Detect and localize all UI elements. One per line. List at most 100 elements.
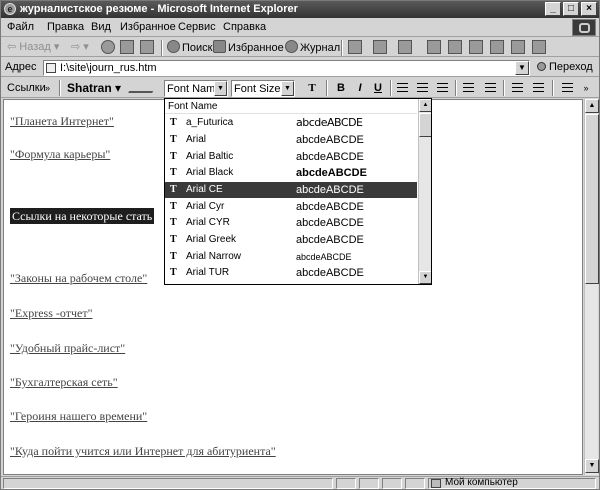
font-option-name: Arial TUR bbox=[186, 267, 230, 278]
forward-button[interactable]: ⇨ ▾ bbox=[71, 40, 89, 55]
font-list-scrollbar[interactable]: ▲ ▼ bbox=[418, 99, 431, 284]
align-left-icon[interactable] bbox=[397, 83, 408, 92]
windows-logo-icon bbox=[572, 19, 596, 36]
window-title: журналистское резюме - Microsoft Interne… bbox=[20, 3, 298, 15]
underline-button[interactable]: U bbox=[371, 81, 385, 95]
menu-help[interactable]: Справка bbox=[223, 21, 266, 34]
font-option[interactable]: T Arial Greek abcdeABCDE bbox=[165, 232, 417, 248]
menu-view[interactable]: Вид bbox=[91, 21, 111, 34]
scroll-thumb[interactable] bbox=[585, 114, 599, 284]
toolbar-separator bbox=[341, 40, 343, 56]
italic-button[interactable]: I bbox=[353, 81, 367, 95]
discuss-icon[interactable] bbox=[427, 40, 441, 54]
links-label[interactable]: Ссылки bbox=[7, 82, 46, 95]
tools-icon[interactable] bbox=[490, 40, 504, 54]
address-label: Адрес bbox=[5, 61, 37, 73]
font-option-name: Arial Cyr bbox=[186, 201, 225, 212]
extra-icon[interactable] bbox=[532, 40, 546, 54]
link-geroinya[interactable]: "Героиня нашего времени" bbox=[10, 409, 147, 423]
ie-app-icon: e bbox=[4, 3, 16, 15]
font-name-dropdown[interactable]: Font Name T a_Futurica abcdeABCDE T Aria… bbox=[164, 98, 432, 285]
link-kuda-poiti[interactable]: "Куда пойти учится или Интернет для абит… bbox=[10, 444, 276, 458]
link-prais-list[interactable]: "Удобный прайс-лист" bbox=[10, 341, 125, 355]
font-list-scroll-up-button[interactable]: ▲ bbox=[419, 99, 431, 112]
address-dropdown-button[interactable]: ▼ bbox=[515, 61, 529, 75]
font-list-scroll-down-button[interactable]: ▼ bbox=[419, 271, 431, 284]
status-lock-cell bbox=[359, 478, 379, 489]
truetype-icon: T bbox=[170, 234, 177, 245]
scroll-down-button[interactable]: ▼ bbox=[585, 459, 599, 473]
menu-favorites[interactable]: Избранное bbox=[120, 21, 176, 34]
align-right-icon[interactable] bbox=[437, 83, 448, 92]
history-button[interactable]: Журнал bbox=[285, 40, 340, 55]
stop-icon[interactable] bbox=[101, 40, 115, 54]
maximize-button[interactable]: □ bbox=[563, 2, 579, 16]
home-icon[interactable] bbox=[140, 40, 154, 54]
scroll-up-button[interactable]: ▲ bbox=[585, 99, 599, 113]
page-icon bbox=[46, 63, 56, 73]
font-option-sample: abcdeABCDE bbox=[296, 217, 364, 229]
font-option[interactable]: T Arial Black abcdeABCDE bbox=[165, 165, 417, 181]
font-list-scroll-thumb[interactable] bbox=[419, 113, 431, 137]
bullet-list-icon[interactable] bbox=[533, 83, 544, 92]
font-option[interactable]: T Arial abcdeABCDE bbox=[165, 132, 417, 148]
scribble-icon[interactable] bbox=[128, 83, 158, 93]
font-option[interactable]: T Arial Baltic abcdeABCDE bbox=[165, 149, 417, 165]
font-option-name: Arial CYR bbox=[186, 217, 230, 228]
link-zakony[interactable]: "Законы на рабочем столе" bbox=[10, 271, 147, 285]
gear-icon[interactable] bbox=[469, 40, 483, 54]
title-bar[interactable]: e журналистское резюме - Microsoft Inter… bbox=[1, 1, 599, 18]
status-zone-text: Мой компьютер bbox=[445, 477, 518, 488]
back-arrow-icon: ⇦ bbox=[7, 41, 20, 53]
favorites-button[interactable]: Избранное bbox=[213, 40, 284, 55]
more-tools-chevron-icon[interactable]: » bbox=[579, 81, 593, 95]
minimize-button[interactable]: _ bbox=[545, 2, 561, 16]
refresh-icon[interactable] bbox=[120, 40, 134, 54]
link-bukhgalterskaya-set[interactable]: "Бухгалтерская сеть" bbox=[10, 375, 118, 389]
favorites-icon bbox=[213, 40, 226, 53]
address-input[interactable]: I:\site\journ_rus.htm ▼ bbox=[43, 60, 530, 76]
align-center-icon[interactable] bbox=[417, 83, 428, 92]
font-option[interactable]: T Arial CYR abcdeABCDE bbox=[165, 215, 417, 231]
format-toolbar: Ссылки » Shatran ▾ Font Name ▼ Font Size… bbox=[1, 78, 599, 98]
indent-icon[interactable] bbox=[485, 83, 496, 92]
font-option-selected[interactable]: T Arial CE abcdeABCDE bbox=[165, 182, 417, 198]
go-button[interactable]: Переход bbox=[537, 61, 593, 74]
research-icon[interactable] bbox=[511, 40, 525, 54]
links-chevron-icon[interactable]: » bbox=[45, 82, 50, 95]
mail-icon[interactable] bbox=[348, 40, 362, 54]
chevron-down-icon[interactable]: ▼ bbox=[281, 81, 294, 96]
menu-file[interactable]: Файл bbox=[7, 21, 34, 34]
shatran-button[interactable]: Shatran ▾ bbox=[67, 81, 121, 95]
bold-button[interactable]: B bbox=[334, 81, 348, 95]
edit-icon[interactable] bbox=[398, 40, 412, 54]
forward-arrow-icon: ⇨ ▾ bbox=[71, 41, 89, 53]
menu-bar: Файл Правка Вид Избранное Сервис Справка bbox=[1, 18, 599, 37]
font-option[interactable]: T a_Futurica abcdeABCDE bbox=[165, 115, 417, 131]
search-button[interactable]: Поиск bbox=[167, 40, 212, 55]
back-button[interactable]: ⇦ Назад ▾ bbox=[7, 40, 59, 55]
font-option[interactable]: T Arial Narrow abcdeABCDE bbox=[165, 249, 417, 265]
link-planeta-internet[interactable]: "Планета Интернет" bbox=[10, 114, 114, 128]
font-style-icon[interactable]: T bbox=[305, 81, 319, 95]
messenger-icon[interactable] bbox=[448, 40, 462, 54]
line-spacing-icon[interactable] bbox=[562, 83, 573, 92]
toolbar-separator bbox=[161, 40, 163, 56]
truetype-icon: T bbox=[170, 151, 177, 162]
page-scrollbar[interactable]: ▲ ▼ bbox=[584, 99, 599, 475]
font-option[interactable]: T Arial TUR abcdeABCDE bbox=[165, 265, 417, 281]
link-express[interactable]: "Express -отчет" bbox=[10, 306, 92, 320]
chevron-down-icon[interactable]: ▼ bbox=[214, 81, 227, 96]
menu-edit[interactable]: Правка bbox=[47, 21, 84, 34]
print-icon[interactable] bbox=[373, 40, 387, 54]
font-name-select[interactable]: Font Name ▼ bbox=[164, 80, 228, 97]
link-formula-karery[interactable]: "Формула карьеры" bbox=[10, 147, 110, 161]
menu-tools[interactable]: Сервис bbox=[178, 21, 216, 34]
outdent-icon[interactable] bbox=[463, 83, 474, 92]
close-button[interactable]: × bbox=[581, 2, 597, 16]
font-option[interactable]: T Arial Cyr abcdeABCDE bbox=[165, 199, 417, 215]
numbered-list-icon[interactable] bbox=[512, 83, 523, 92]
font-option-sample: abcdeABCDE bbox=[296, 167, 367, 179]
font-size-select[interactable]: Font Size ▼ bbox=[231, 80, 295, 97]
my-computer-icon bbox=[431, 479, 441, 488]
